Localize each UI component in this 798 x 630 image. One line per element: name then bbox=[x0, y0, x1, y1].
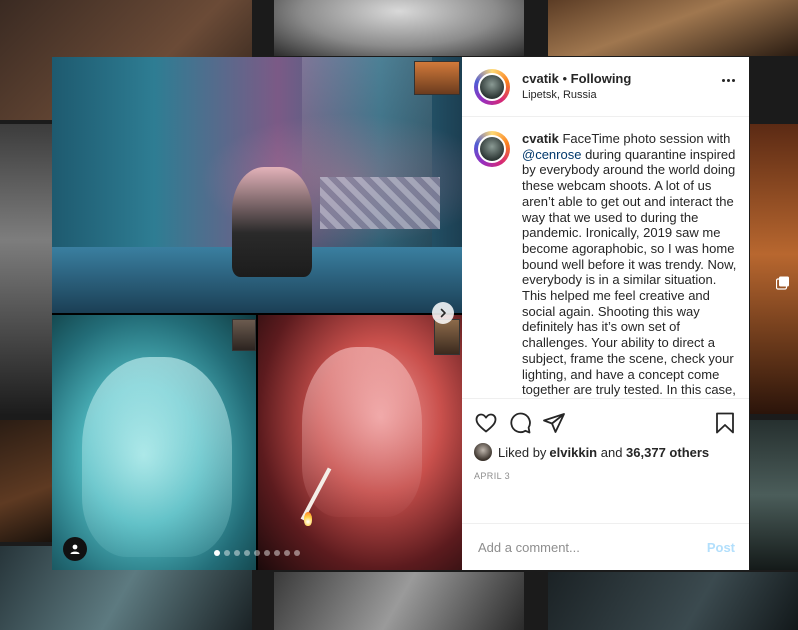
likes-count-link[interactable]: 36,377 others bbox=[626, 445, 709, 460]
likes-middle: and bbox=[597, 444, 627, 460]
grid-tile[interactable] bbox=[274, 0, 524, 56]
header-text: cvatik • Following Lipetsk, Russia bbox=[522, 71, 631, 103]
carousel-dot bbox=[274, 550, 280, 556]
grid-tile[interactable] bbox=[548, 572, 798, 630]
carousel-dot bbox=[234, 550, 240, 556]
following-button[interactable]: Following bbox=[571, 71, 632, 86]
post-date[interactable]: APRIL 3 bbox=[474, 471, 737, 481]
caption-part: during quarantine inspired by everybody … bbox=[522, 146, 737, 398]
carousel-next-button[interactable] bbox=[432, 302, 454, 324]
save-button[interactable] bbox=[713, 411, 737, 435]
photo-box bbox=[320, 177, 440, 229]
post-media-carousel[interactable] bbox=[52, 57, 462, 570]
grid-tile[interactable] bbox=[750, 420, 798, 570]
facetime-thumbnail bbox=[414, 61, 460, 95]
share-button[interactable] bbox=[542, 411, 566, 435]
heart-icon bbox=[475, 413, 497, 433]
share-icon bbox=[543, 413, 565, 433]
like-button[interactable] bbox=[474, 411, 498, 435]
likes-summary: Liked by elvikkin and 36,377 others bbox=[474, 443, 737, 461]
carousel-dot bbox=[284, 550, 290, 556]
avatar[interactable] bbox=[474, 68, 510, 105]
comment-icon bbox=[510, 412, 531, 434]
grid-tile[interactable] bbox=[548, 0, 798, 56]
photo-flame bbox=[304, 512, 312, 526]
carousel-dot bbox=[254, 550, 260, 556]
carousel-dot bbox=[224, 550, 230, 556]
user-tag-icon bbox=[70, 544, 80, 554]
chevron-right-icon bbox=[440, 308, 446, 318]
grid-tile[interactable] bbox=[750, 124, 798, 414]
caption-text: cvatik FaceTime photo session with @cenr… bbox=[522, 131, 737, 398]
post-side-panel: cvatik • Following Lipetsk, Russia cvati… bbox=[462, 57, 749, 570]
caption-username[interactable]: cvatik bbox=[522, 131, 559, 146]
grid-tile[interactable] bbox=[274, 572, 524, 630]
action-icons bbox=[474, 409, 737, 437]
caption-area[interactable]: cvatik FaceTime photo session with @cenr… bbox=[462, 117, 749, 398]
more-options-icon[interactable] bbox=[722, 79, 735, 82]
carousel-indicator bbox=[214, 550, 300, 556]
user-tag-button[interactable] bbox=[63, 537, 87, 561]
comment-input[interactable] bbox=[476, 538, 707, 556]
mention-link[interactable]: @cenrose bbox=[522, 147, 581, 162]
post-actions: Liked by elvikkin and 36,377 others APRI… bbox=[462, 398, 749, 523]
caption-avatar[interactable] bbox=[474, 131, 510, 167]
post-comment-button[interactable]: Post bbox=[707, 540, 735, 555]
carousel-dot bbox=[214, 550, 220, 556]
bookmark-icon bbox=[716, 412, 734, 434]
carousel-dot bbox=[264, 550, 270, 556]
photo-figure bbox=[232, 167, 312, 277]
comment-button[interactable] bbox=[508, 411, 532, 435]
post-modal: cvatik • Following Lipetsk, Russia cvati… bbox=[52, 57, 749, 570]
grid-tile[interactable] bbox=[0, 124, 52, 414]
likes-prefix: Liked by bbox=[498, 444, 547, 460]
location-link[interactable]: Lipetsk, Russia bbox=[522, 87, 631, 103]
facetime-thumbnail bbox=[232, 319, 256, 351]
username-link[interactable]: cvatik bbox=[522, 71, 559, 86]
liker-avatar[interactable] bbox=[474, 443, 492, 461]
comment-box: Post bbox=[462, 523, 749, 570]
post-header: cvatik • Following Lipetsk, Russia bbox=[462, 57, 749, 117]
photo-portrait-left bbox=[82, 357, 232, 557]
caption-part: FaceTime photo session with bbox=[558, 131, 731, 146]
grid-tile[interactable] bbox=[0, 420, 52, 542]
separator: • bbox=[558, 70, 571, 86]
photo-portrait-right bbox=[302, 347, 422, 517]
multi-photo-icon bbox=[776, 276, 789, 290]
liker-username[interactable]: elvikkin bbox=[549, 445, 597, 460]
facetime-thumbnail bbox=[434, 319, 460, 355]
carousel-dot bbox=[294, 550, 300, 556]
carousel-dot bbox=[244, 550, 250, 556]
